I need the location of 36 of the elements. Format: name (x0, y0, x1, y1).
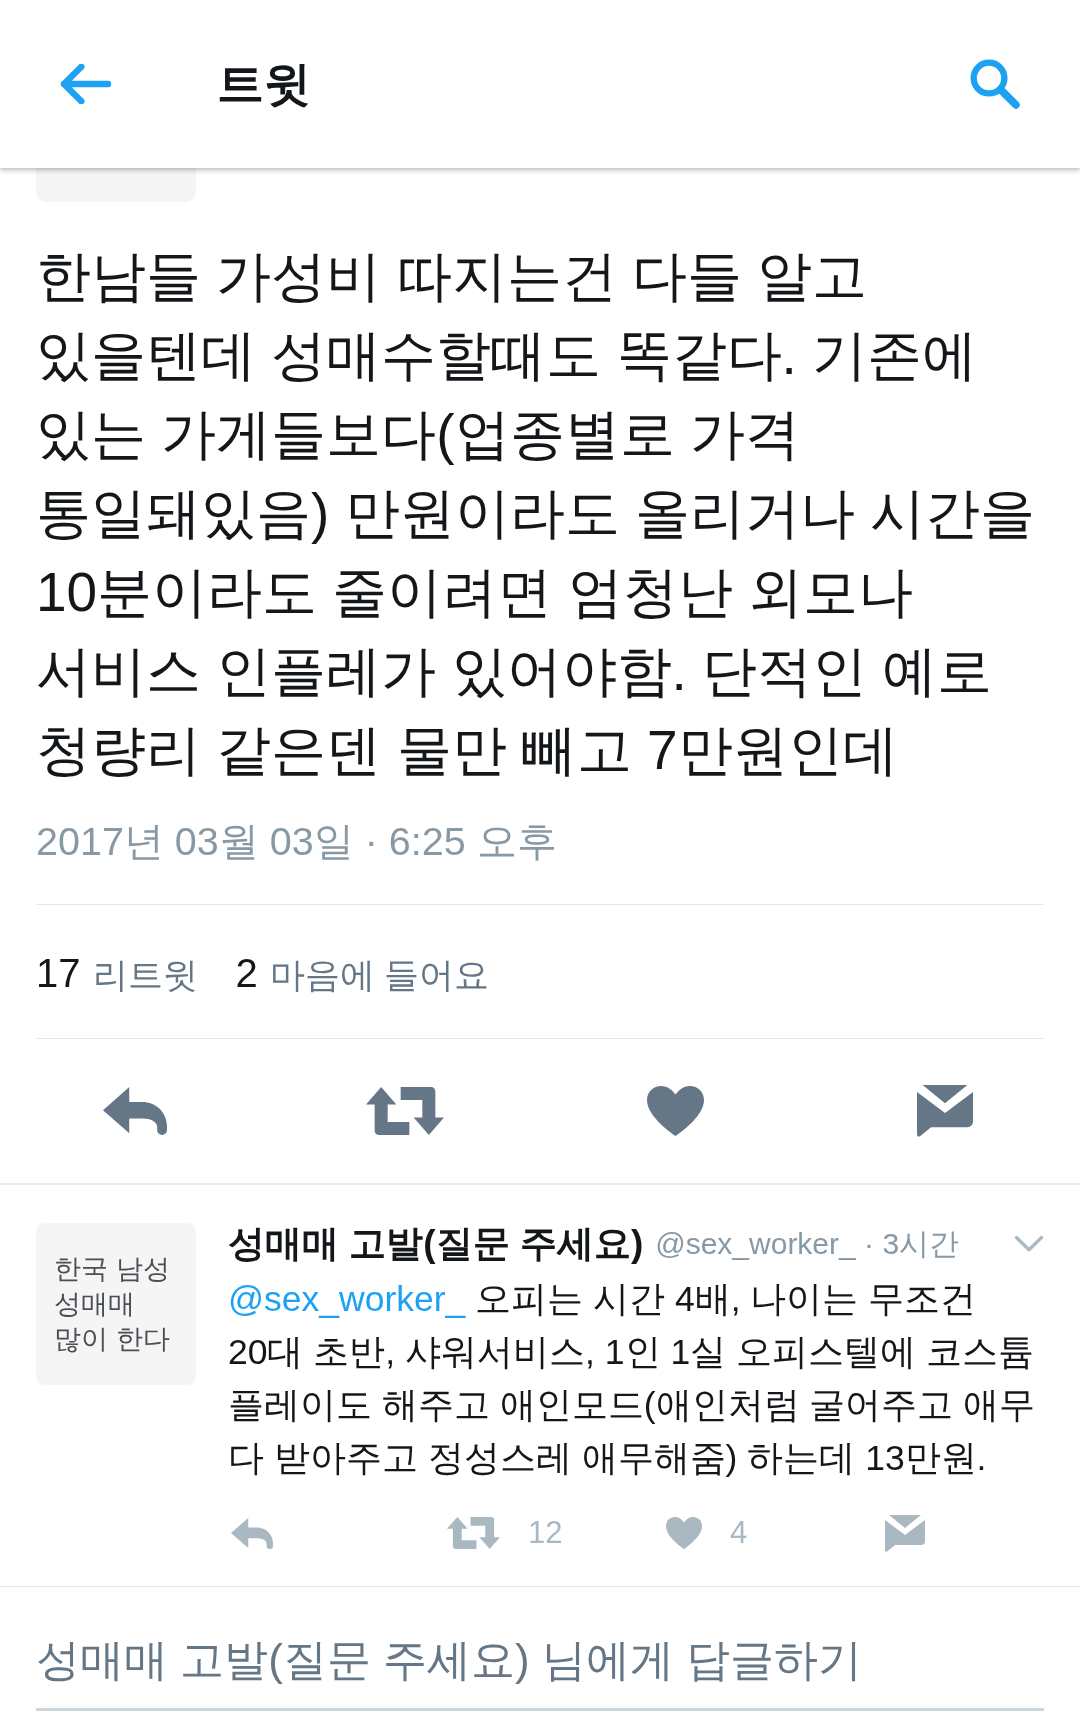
retweet-button[interactable] (447, 1517, 500, 1549)
like-button[interactable] (646, 1086, 704, 1136)
reply-text: @sex_worker_ 오피는 시간 4배, 나이는 무조건 20대 초반, 샤워서비스, 1인 1실 오피스텔에 코스튬 플레이도 해주고 애인모드(애인처럼 굴어주고 애무 다 받아주고 정성스레 애무해줌) 하는데 13만원. (228, 1278, 1037, 1480)
stat-count: 17 (36, 950, 81, 997)
reply-button[interactable] (231, 1517, 273, 1549)
author-name: 성매매 고발(질문 주세요) (228, 1222, 644, 1266)
screen-title: 트윗 (217, 56, 311, 112)
stat-label: 마음에 들어요 (269, 954, 490, 996)
author-handle-time: @sex_worker_ · 3시간 (655, 1226, 960, 1262)
back-button[interactable] (60, 64, 112, 104)
reply-button[interactable] (103, 1087, 167, 1135)
repeat-arrows-icon (366, 1087, 444, 1135)
envelope-icon (885, 1514, 925, 1552)
stat-count: 2 (235, 950, 258, 997)
retweet-button[interactable] (366, 1087, 444, 1135)
avatar-text: 한국 남성 성매매 많이 한다 (53, 1252, 171, 1356)
tweet-timestamp: 2017년 03월 03일 · 6:25 오후 (36, 818, 558, 865)
heart-icon (666, 1517, 702, 1549)
reply-arrow-icon (231, 1517, 273, 1549)
message-button[interactable] (917, 1085, 973, 1137)
heart-icon (646, 1086, 704, 1136)
back-arrow-icon (60, 64, 112, 104)
reply-arrow-icon (103, 1087, 167, 1135)
retweet-count: 12 (528, 1514, 563, 1552)
stat-label: 리트윗 (92, 954, 198, 996)
search-icon (970, 59, 1020, 109)
like-button[interactable] (666, 1517, 702, 1549)
envelope-icon (917, 1085, 973, 1137)
message-button[interactable] (885, 1514, 925, 1552)
tweet-text: 한남들 가성비 따지는건 다들 알고 있을텐데 성매수할때도 똑같다. 기존에 있는 가게들보다(업종별로 가격 통일돼있음) 만원이라도 올리거나 시간을 10분이라도 줄이려면 엄청난 외모나 서비스 인플레가 있어야함. 단적인 예로 청량리 같은덴 물만 빼고 7만원인데 (36, 244, 1037, 783)
repeat-arrows-icon (447, 1517, 500, 1549)
chevron-down-icon[interactable] (1014, 1235, 1044, 1253)
search-button[interactable] (970, 59, 1020, 109)
like-count: 4 (730, 1514, 748, 1552)
reply-input-field[interactable]: 성매매 고발(질문 주세요) 님에게 답글하기 (36, 1611, 1044, 1711)
mention-link[interactable]: @sex_worker_ (228, 1279, 466, 1319)
